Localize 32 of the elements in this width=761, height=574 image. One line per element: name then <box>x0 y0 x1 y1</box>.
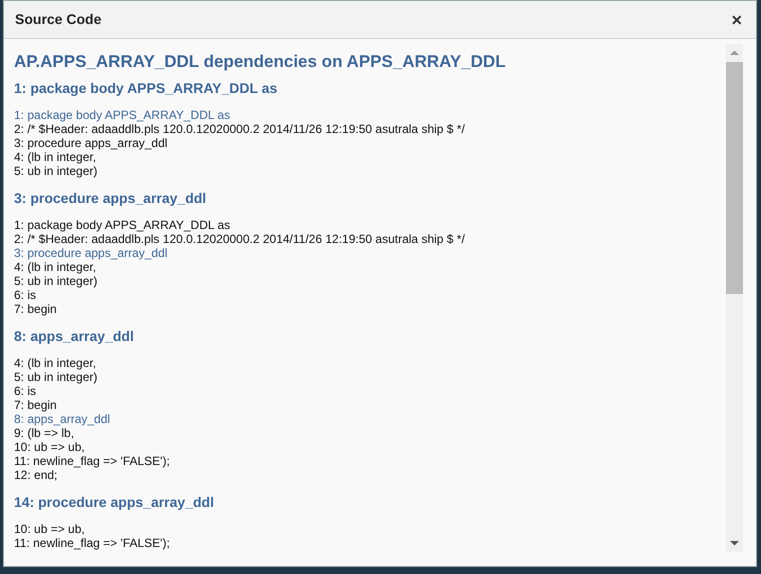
code-line: 9: (lb => lb, <box>14 426 76 440</box>
code-line: 2: /* $Header: adaaddlb.pls 120.0.12020000.2 2014/11/26 12:19:50 asutrala ship $ */ <box>14 232 466 246</box>
section-heading: 14: procedure apps_array_ddl <box>14 493 215 511</box>
code-line: 5: ub in integer) <box>14 370 98 384</box>
code-line: 4: (lb in integer, <box>14 260 98 274</box>
code-line: 1: package body APPS_ARRAY_DDL as <box>14 108 232 122</box>
code-line: 4: (lb in integer, <box>14 356 98 370</box>
code-line: 6: is <box>14 384 38 398</box>
code-line: 4: (lb in integer, <box>14 150 98 164</box>
code-line: 10: ub => ub, <box>14 440 86 454</box>
code-line: 7: begin <box>14 302 58 316</box>
code-line: 12: end; <box>14 468 58 482</box>
code-line: 7: begin <box>14 398 58 412</box>
scrollbar[interactable] <box>726 44 743 552</box>
code-line: 5: ub in integer) <box>14 274 98 288</box>
section-heading: 1: package body APPS_ARRAY_DDL as <box>14 79 278 97</box>
dialog-title: Source Code <box>15 10 102 29</box>
scrollbar-thumb[interactable] <box>726 62 743 294</box>
close-button[interactable]: × <box>727 10 746 28</box>
code-line: 5: ub in integer) <box>14 164 98 178</box>
code-line: 1: package body APPS_ARRAY_DDL as <box>14 218 232 232</box>
code-line: 3: procedure apps_array_ddl <box>14 246 168 260</box>
code-line: 8: apps_array_ddl <box>14 412 112 426</box>
code-line: 11: newline_flag => 'FALSE'); <box>14 454 171 468</box>
section-heading: 8: apps_array_ddl <box>14 327 135 345</box>
code-line: 6: is <box>14 288 38 302</box>
section-heading: 3: procedure apps_array_ddl <box>14 189 208 207</box>
code-line: 3: procedure apps_array_ddl <box>14 136 168 150</box>
code-line: 2: /* $Header: adaaddlb.pls 120.0.12020000.2 2014/11/26 12:19:50 asutrala ship $ */ <box>14 122 466 136</box>
code-line: 11: newline_flag => 'FALSE'); <box>14 536 171 550</box>
code-line: 10: ub => ub, <box>14 522 86 536</box>
page-heading: AP.APPS_ARRAY_DDL dependencies on APPS_ARRAY_DDL <box>14 51 507 73</box>
